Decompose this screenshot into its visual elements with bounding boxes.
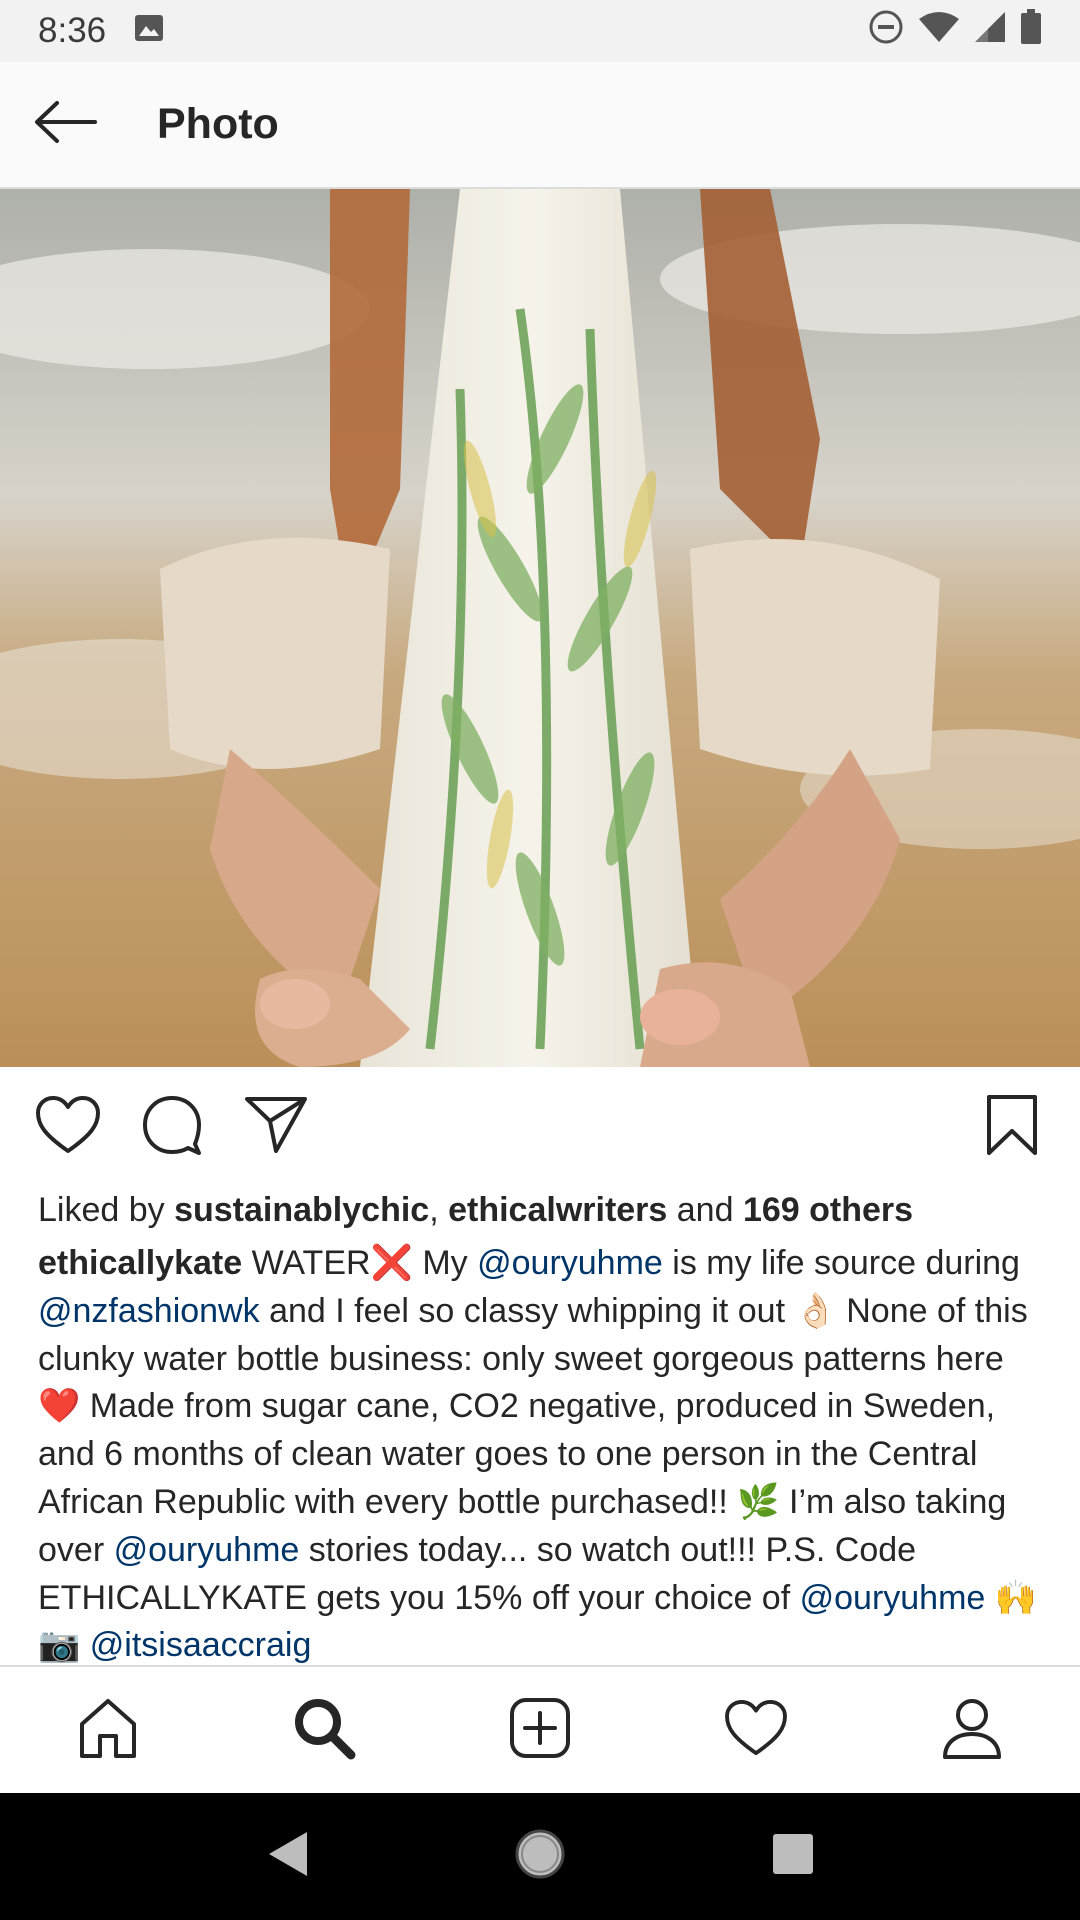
nav-profile[interactable] — [912, 1670, 1032, 1790]
caption-text: is my life source during — [662, 1244, 1020, 1282]
comment-icon — [141, 1094, 203, 1161]
save-button[interactable] — [974, 1089, 1050, 1165]
status-bar: 8:36 — [0, 0, 1080, 62]
post-photo-illustration — [0, 189, 1080, 1067]
home-circle-icon — [514, 1828, 566, 1885]
like-button[interactable] — [30, 1089, 106, 1165]
nav-add-post[interactable] — [480, 1670, 600, 1790]
nav-search[interactable] — [264, 1670, 384, 1790]
home-icon — [76, 1696, 140, 1765]
post-actions — [0, 1067, 1080, 1187]
likes-summary[interactable]: Liked by sustainablychic, ethicalwriters… — [38, 1187, 1048, 1233]
recents-square-icon — [771, 1832, 815, 1881]
status-time: 8:36 — [38, 11, 107, 50]
wifi-icon — [918, 11, 960, 52]
likes-separator: , — [429, 1191, 449, 1229]
mention-link[interactable]: @nzfashionwk — [38, 1292, 260, 1330]
share-button[interactable] — [238, 1089, 314, 1165]
likes-and: and — [667, 1191, 743, 1229]
nav-home[interactable] — [48, 1670, 168, 1790]
back-triangle-icon — [265, 1830, 309, 1883]
arrow-left-icon — [33, 100, 97, 149]
image-notification-icon — [134, 11, 164, 51]
search-icon — [292, 1696, 356, 1765]
status-icons — [868, 8, 1042, 54]
do-not-disturb-icon — [868, 9, 904, 54]
post-photo[interactable] — [0, 189, 1080, 1067]
system-home-button[interactable] — [490, 1807, 590, 1907]
mention-link[interactable]: @ouryuhme — [477, 1244, 663, 1282]
top-app-bar: Photo — [0, 62, 1080, 189]
liker-link[interactable]: ethicalwriters — [448, 1191, 667, 1229]
bottom-navigation — [0, 1665, 1080, 1793]
comment-button[interactable] — [134, 1089, 210, 1165]
likes-others-link[interactable]: 169 others — [743, 1191, 913, 1229]
system-recents-button[interactable] — [743, 1807, 843, 1907]
system-navigation-bar — [0, 1793, 1080, 1920]
caption-text: WATER❌ My — [242, 1244, 478, 1282]
caption-text: and I feel so classy whipping it out 👌🏻 … — [38, 1291, 1028, 1569]
mention-link[interactable]: @itsisaaccraig — [90, 1626, 312, 1664]
heart-icon — [35, 1095, 101, 1160]
activity-heart-icon — [724, 1699, 788, 1762]
mention-link[interactable]: @ouryuhme — [114, 1531, 300, 1569]
caption-username[interactable]: ethicallykate — [38, 1244, 242, 1282]
bookmark-icon — [985, 1093, 1039, 1162]
signal-icon — [974, 11, 1006, 52]
profile-icon — [940, 1696, 1004, 1765]
likes-prefix: Liked by — [38, 1191, 175, 1229]
back-button[interactable] — [0, 61, 130, 188]
nav-activity[interactable] — [696, 1670, 816, 1790]
page-title: Photo — [157, 100, 279, 148]
add-post-icon — [508, 1696, 572, 1765]
system-back-button[interactable] — [237, 1807, 337, 1907]
battery-icon — [1020, 8, 1042, 54]
mention-link[interactable]: @ouryuhme — [800, 1579, 986, 1617]
share-icon — [244, 1095, 308, 1160]
post-caption: ethicallykate WATER❌ My @ouryuhme is my … — [38, 1240, 1053, 1665]
liker-link[interactable]: sustainablychic — [174, 1191, 429, 1229]
